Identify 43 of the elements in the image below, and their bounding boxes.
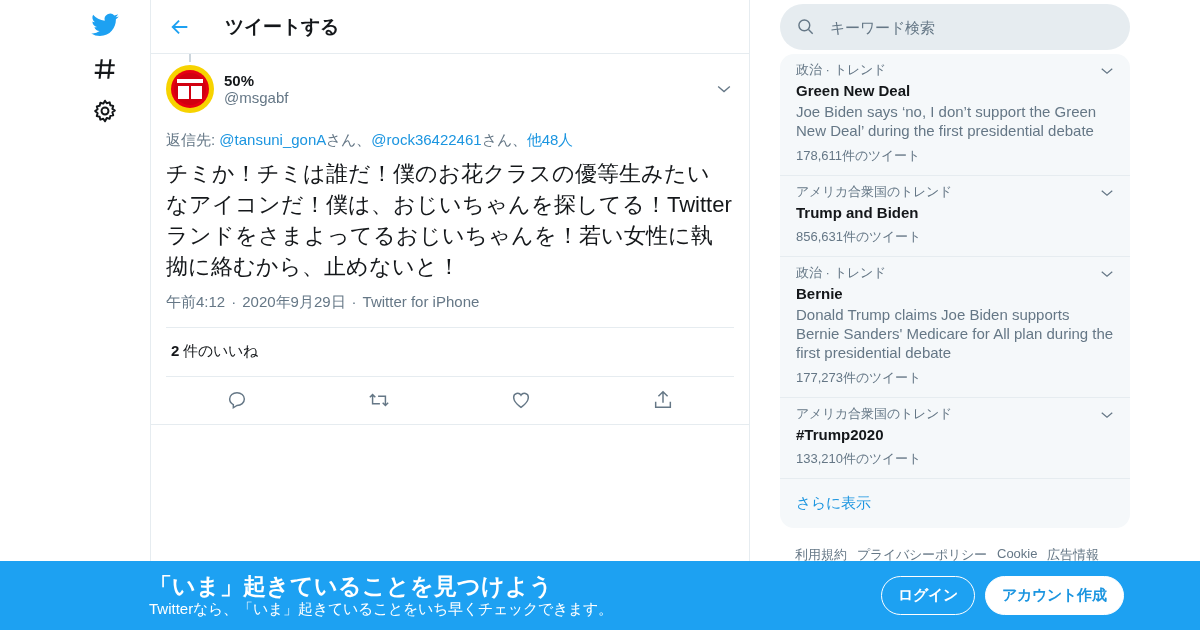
footer-link[interactable]: 利用規約: [795, 546, 847, 564]
footer-link[interactable]: 広告情報: [1047, 546, 1100, 564]
tweet-count: 178,611件のツイート: [796, 147, 922, 165]
source-link[interactable]: Twitter for iPhone: [362, 293, 480, 312]
hashtag-icon[interactable]: [92, 56, 118, 82]
banner-title: 「いま」起きていることを見つけよう: [149, 572, 554, 600]
separator-dot: ·: [231, 293, 237, 312]
user-handle: @msgabf: [224, 89, 290, 106]
trend-category: 政治 · トレンド: [796, 61, 886, 79]
display-name[interactable]: 50%: [224, 72, 704, 89]
trend-category: 政治 · トレンド: [796, 264, 886, 282]
trend-description: Joe Biden says ‘no, I don’t support the Green New Deal’ during the first presidential debate: [796, 102, 1098, 140]
show-more-link[interactable]: さらに表示: [780, 479, 1130, 528]
footer-link[interactable]: プライバシーポリシー: [857, 546, 987, 564]
footer-link[interactable]: Cookie: [997, 546, 1038, 564]
search-icon: [796, 17, 816, 37]
signup-button[interactable]: アカウント作成: [985, 576, 1124, 615]
trend-title[interactable]: Trump and Biden: [796, 204, 1114, 221]
trend-title[interactable]: Bernie: [796, 285, 1114, 302]
trend-category: アメリカ合衆国のトレンド: [796, 183, 952, 201]
separator-dot: ·: [351, 293, 357, 312]
share-icon[interactable]: [652, 389, 674, 411]
tweet-count: 133,210件のツイート: [796, 450, 922, 468]
mention-link[interactable]: @rock36422461: [371, 131, 482, 148]
trend-description: Donald Trump claims Joe Biden supports Bernie Sanders' Medicare for All plan during the first presidential debate: [796, 305, 1114, 362]
mention-link[interactable]: 他48人: [526, 131, 574, 148]
settings-icon[interactable]: [92, 98, 118, 124]
likes-label[interactable]: 件のいいね: [183, 342, 259, 361]
likes-count[interactable]: 2: [171, 342, 180, 361]
tweet-count: 177,273件のツイート: [796, 369, 922, 387]
tweet-text: チミか！チミは誰だ！僕のお花クラスの優等生みたいなアイコンだ！僕は、おじいちゃんを探してる！Twitterランドをさまよってるおじいちゃんを！若い女性に執拗に絡むから、止めないと！: [166, 160, 732, 281]
tweet-count: 856,631件のツイート: [796, 228, 922, 246]
banner-subtitle: Twitterなら、「いま」起きていることをいち早くチェックできます。: [149, 599, 615, 619]
trend-category: アメリカ合衆国のトレンド: [796, 405, 952, 423]
search-field[interactable]: キーワード検索: [780, 4, 1130, 50]
mention-link[interactable]: @tansuni_gonA: [219, 131, 327, 148]
trend-title[interactable]: Green New Deal: [796, 82, 1114, 99]
reply-icon[interactable]: [226, 389, 248, 411]
trend-title[interactable]: #Trump2020: [796, 426, 1114, 443]
reply-to-text: 返信先: @tansuni_gonAさん、@rock36422461さん、他48人: [166, 131, 575, 150]
tweet-timestamp: 午前4:12: [166, 293, 226, 312]
tweet-timestamp: 2020年9月29日: [242, 293, 346, 312]
page-title: ツイートする: [225, 14, 339, 39]
